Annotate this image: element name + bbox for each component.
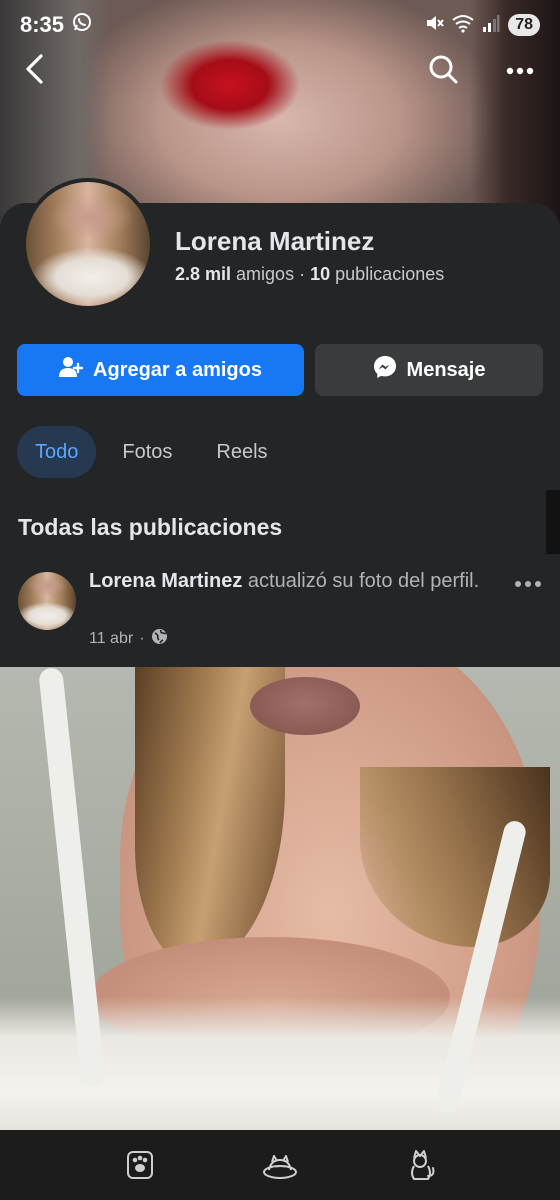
message-button[interactable]: Mensaje [315, 344, 543, 396]
post-more-button[interactable] [510, 572, 546, 596]
status-left: 8:35 [20, 12, 92, 38]
signal-icon [482, 13, 500, 38]
post-author-avatar[interactable] [18, 572, 76, 630]
status-right: 78 [424, 13, 540, 38]
bottom-bar [0, 1130, 560, 1200]
scrollbar-thumb[interactable] [546, 490, 560, 554]
messenger-icon [373, 355, 397, 385]
profile-name: Lorena Martinez [175, 226, 375, 256]
post-meta-dot: · [139, 630, 145, 647]
stats-separator: · [299, 264, 306, 284]
battery-indicator: 78 [508, 14, 540, 36]
paw-badge-icon[interactable] [120, 1145, 160, 1185]
post-image[interactable] [0, 667, 560, 1130]
whatsapp-icon [72, 12, 92, 38]
post-header-text: Lorena Martinez actualizó su foto del pe… [89, 568, 489, 595]
add-friend-label: Agregar a amigos [93, 358, 262, 381]
add-person-icon [59, 355, 84, 385]
cat-sitting-icon[interactable] [400, 1145, 440, 1185]
profile-stats: 2.8 mil amigos · 10 publicaciones [175, 264, 444, 285]
post-date[interactable]: 11 abr [89, 630, 133, 648]
post-meta: 11 abr · [89, 628, 168, 650]
friends-count[interactable]: 2.8 mil [175, 264, 231, 284]
posts-count: 10 [310, 264, 331, 284]
tab-reels[interactable]: Reels [198, 426, 285, 478]
post-action-text: actualizó su foto del perfil. [247, 570, 480, 592]
message-label: Mensaje [406, 358, 486, 381]
globe-icon [151, 628, 168, 650]
profile-avatar[interactable] [22, 178, 154, 310]
status-time: 8:35 [20, 12, 65, 37]
search-button[interactable] [420, 48, 466, 94]
tab-fotos[interactable]: Fotos [104, 426, 190, 478]
add-friend-button[interactable]: Agregar a amigos [17, 344, 304, 396]
chevron-left-icon [23, 53, 47, 90]
profile-tabs: Todo Fotos Reels [17, 426, 286, 478]
friends-label[interactable]: amigos [236, 264, 294, 284]
top-nav [0, 48, 560, 94]
section-title: Todas las publicaciones [18, 514, 283, 540]
tab-todo[interactable]: Todo [17, 426, 97, 478]
mute-icon [424, 13, 444, 38]
post-author-name[interactable]: Lorena Martinez [89, 570, 242, 592]
post-image-lips [250, 677, 360, 735]
posts-label: publicaciones [335, 264, 445, 284]
back-button[interactable] [12, 48, 58, 94]
search-icon [428, 54, 458, 89]
cat-sleeping-icon[interactable] [260, 1145, 300, 1185]
wifi-icon [452, 13, 474, 38]
status-bar: 8:35 78 [0, 0, 560, 50]
more-horizontal-icon [514, 575, 542, 593]
more-horizontal-icon [506, 62, 534, 80]
more-button[interactable] [497, 48, 543, 94]
